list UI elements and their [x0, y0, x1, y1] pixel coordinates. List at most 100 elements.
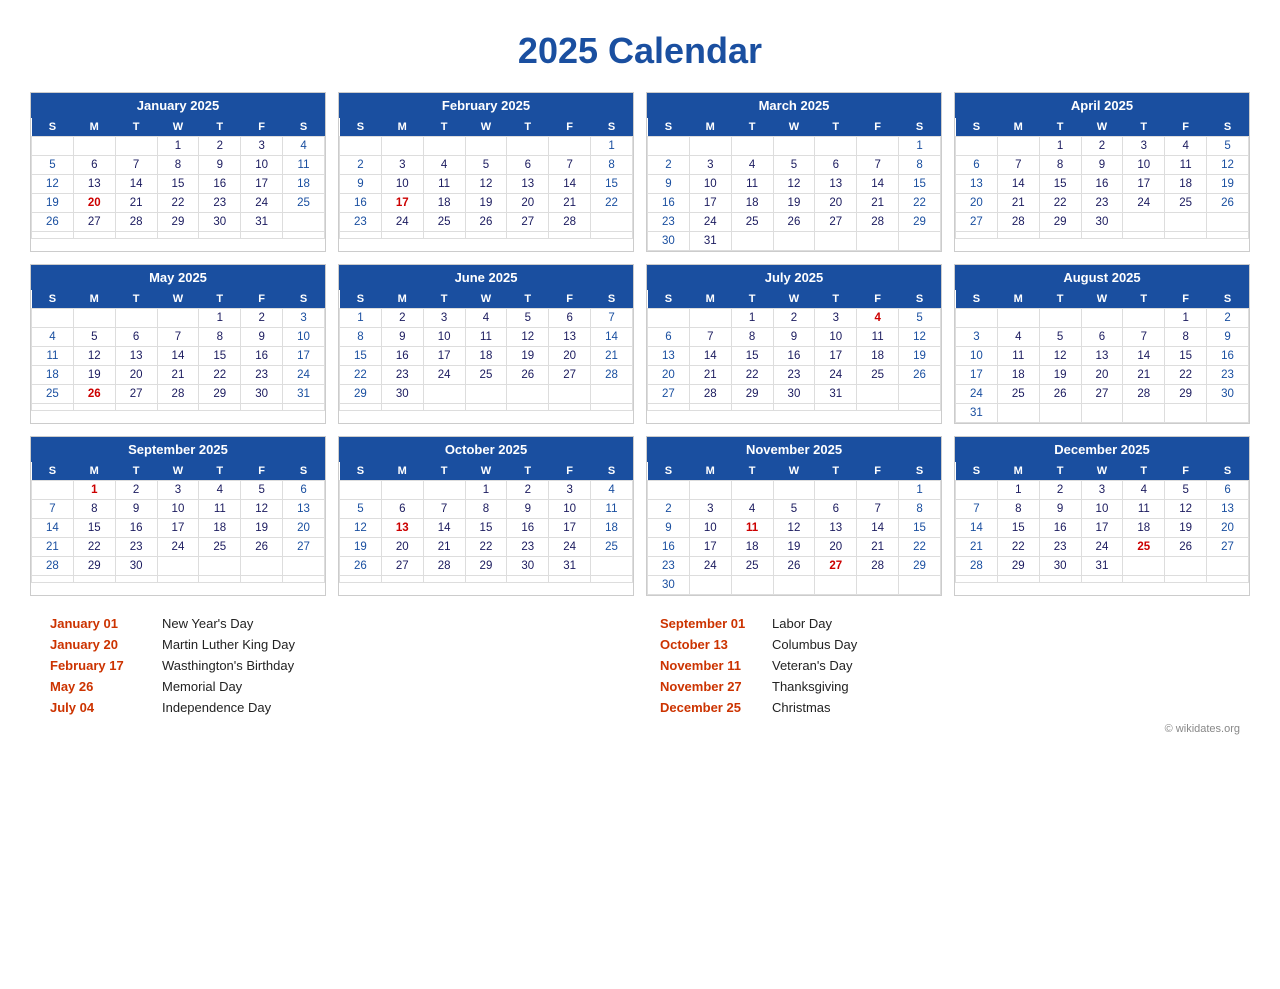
calendar-day [115, 137, 157, 156]
calendar-day: 11 [1123, 500, 1165, 519]
calendar-day: 5 [899, 309, 941, 328]
calendar-day: 5 [241, 481, 283, 500]
calendar-day: 7 [956, 500, 998, 519]
calendar-day [507, 576, 549, 583]
calendar-day [465, 385, 507, 404]
calendar-day: 24 [283, 366, 325, 385]
calendar-day: 26 [773, 213, 815, 232]
calendar-day: 3 [423, 309, 465, 328]
calendar-day: 21 [857, 194, 899, 213]
calendar-day [899, 576, 941, 595]
calendar-day: 7 [997, 156, 1039, 175]
month-2: February 2025SMTWTFS12345678910111213141… [338, 92, 634, 252]
calendar-day: 19 [340, 538, 382, 557]
calendar-day: 7 [857, 156, 899, 175]
calendar-day: 3 [157, 481, 199, 500]
calendar-day: 23 [773, 366, 815, 385]
calendar-day [549, 137, 591, 156]
calendar-day: 30 [1039, 557, 1081, 576]
calendar-day: 10 [549, 500, 591, 519]
calendar-day: 6 [1081, 328, 1123, 347]
calendar-day: 12 [73, 347, 115, 366]
month-4: April 2025SMTWTFS12345678910111213141516… [954, 92, 1250, 252]
calendar-day: 20 [507, 194, 549, 213]
calendar-day: 3 [1081, 481, 1123, 500]
calendar-day: 23 [648, 557, 690, 576]
holiday-date: January 01 [50, 616, 150, 631]
calendar-day [731, 137, 773, 156]
month-header-2: February 2025 [339, 93, 633, 118]
calendar-day: 19 [32, 194, 74, 213]
calendar-day: 25 [997, 385, 1039, 404]
calendar-day: 3 [381, 156, 423, 175]
calendar-day: 11 [731, 519, 773, 538]
calendar-day: 8 [899, 500, 941, 519]
calendar-day [591, 404, 633, 411]
calendar-day: 4 [1165, 137, 1207, 156]
calendar-day [1207, 232, 1249, 239]
calendar-day: 5 [1165, 481, 1207, 500]
calendar-day [381, 137, 423, 156]
holiday-date: November 11 [660, 658, 760, 673]
holiday-date: January 20 [50, 637, 150, 652]
calendar-day [1039, 404, 1081, 423]
calendar-day: 21 [689, 366, 731, 385]
month-6: June 2025SMTWTFS123456789101112131415161… [338, 264, 634, 424]
calendar-day [815, 232, 857, 251]
calendar-day: 4 [465, 309, 507, 328]
calendar-day: 12 [773, 519, 815, 538]
calendar-day: 5 [773, 156, 815, 175]
calendar-day: 4 [199, 481, 241, 500]
calendar-day: 9 [648, 175, 690, 194]
calendar-day: 16 [1081, 175, 1123, 194]
calendar-day [507, 385, 549, 404]
calendar-day: 2 [340, 156, 382, 175]
calendar-day: 18 [997, 366, 1039, 385]
calendar-day: 1 [591, 137, 633, 156]
calendar-day [591, 385, 633, 404]
calendar-day: 10 [689, 519, 731, 538]
calendar-day [549, 385, 591, 404]
calendar-day: 25 [465, 366, 507, 385]
calendar-day: 26 [1165, 538, 1207, 557]
calendar-day: 24 [689, 557, 731, 576]
calendar-day: 7 [115, 156, 157, 175]
calendar-day: 5 [1207, 137, 1249, 156]
calendar-day [283, 232, 325, 239]
calendar-day: 20 [1081, 366, 1123, 385]
calendar-day: 31 [549, 557, 591, 576]
calendar-day: 19 [1165, 519, 1207, 538]
calendar-day: 3 [956, 328, 998, 347]
calendar-day [1123, 213, 1165, 232]
calendar-day [157, 404, 199, 411]
holidays-right: September 01Labor DayOctober 13Columbus … [640, 616, 1250, 715]
calendar-day: 10 [815, 328, 857, 347]
holidays-left: January 01New Year's DayJanuary 20Martin… [30, 616, 640, 715]
calendar-day: 14 [857, 175, 899, 194]
calendar-day: 11 [731, 175, 773, 194]
calendar-day [199, 576, 241, 583]
calendar-day: 10 [956, 347, 998, 366]
calendar-day: 1 [340, 309, 382, 328]
calendar-day: 29 [157, 213, 199, 232]
calendar-day [1123, 232, 1165, 239]
calendar-day: 1 [199, 309, 241, 328]
calendar-day: 6 [956, 156, 998, 175]
calendar-day: 10 [1123, 156, 1165, 175]
calendar-day [340, 232, 382, 239]
calendar-day [465, 232, 507, 239]
calendar-day [549, 232, 591, 239]
calendar-day: 24 [1123, 194, 1165, 213]
holiday-row: September 01Labor Day [660, 616, 1250, 631]
calendar-day: 12 [773, 175, 815, 194]
calendar-day: 18 [857, 347, 899, 366]
holiday-name: Christmas [772, 700, 831, 715]
calendar-day: 29 [899, 213, 941, 232]
calendar-day: 19 [465, 194, 507, 213]
calendar-day [423, 232, 465, 239]
calendar-day [815, 481, 857, 500]
calendar-day [689, 309, 731, 328]
calendar-day: 1 [157, 137, 199, 156]
holiday-row: May 26Memorial Day [50, 679, 640, 694]
calendar-day: 31 [815, 385, 857, 404]
